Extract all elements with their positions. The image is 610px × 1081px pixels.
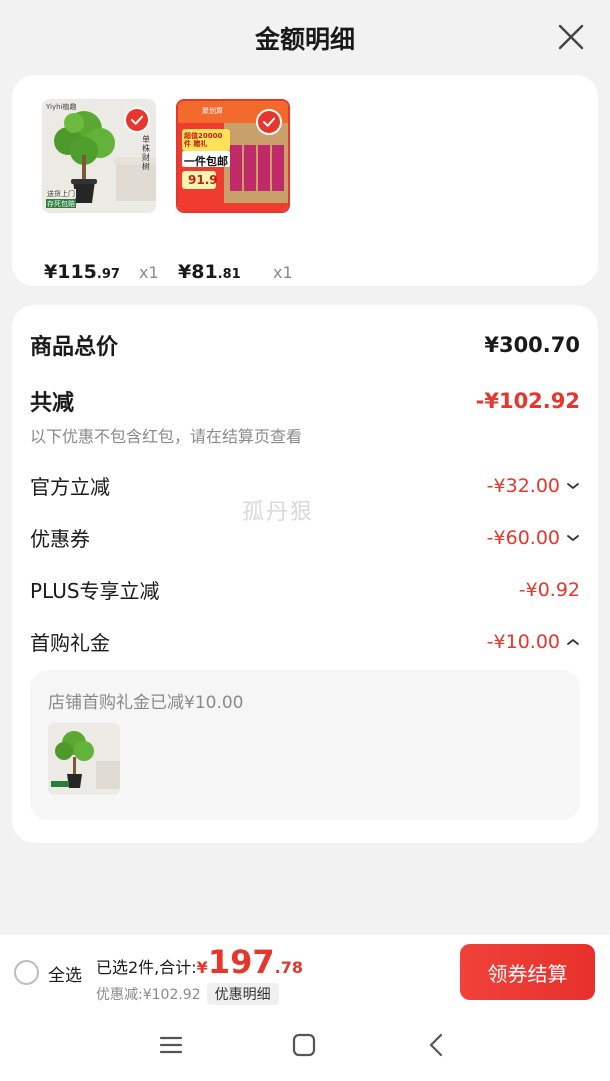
order-summary: 已选2件,合计: ¥197.78 优惠减:¥102.92 优惠明细	[96, 943, 303, 1005]
total-price-label: 商品总价	[30, 335, 119, 360]
product-badge-price: 91.9	[188, 173, 218, 187]
product-price: ¥115.97	[44, 261, 120, 283]
coupon-label: 优惠券	[30, 527, 90, 551]
price-dec: .97	[96, 267, 120, 282]
checkmark-icon[interactable]	[124, 107, 150, 133]
discount-summary: 优惠减:¥102.92	[96, 987, 201, 1003]
product-badge-promo1: 送货上门	[47, 190, 75, 198]
total-amount: ¥197.78	[197, 943, 303, 981]
product-thumb	[48, 723, 120, 795]
product-price: ¥81.81	[178, 261, 241, 283]
coupon-value: -¥60.00	[486, 526, 560, 549]
plus-discount-row: PLUS专享立减 -¥0.92	[30, 575, 580, 604]
price-int: ¥81	[178, 261, 218, 283]
product-badge-brand: Yiyhi植趣	[46, 103, 77, 111]
checkmark-icon[interactable]	[256, 109, 282, 135]
chevron-down-icon[interactable]	[566, 481, 580, 491]
select-all-label[interactable]: 全选	[48, 961, 82, 986]
product-badge-side: 单株财树	[142, 135, 150, 171]
chevron-up-icon[interactable]	[566, 637, 580, 647]
checkout-button[interactable]: 领券结算	[460, 944, 595, 1000]
total-currency: ¥	[196, 958, 208, 977]
chevron-down-icon[interactable]	[566, 533, 580, 543]
price-int: ¥115	[44, 261, 97, 283]
selected-count: 已选2件,合计:	[96, 958, 197, 977]
home-icon[interactable]	[289, 1030, 319, 1060]
product-badge-promo2: 存死包赔	[47, 200, 75, 208]
header: 金额明细	[0, 0, 610, 76]
product-image[interactable]: Yiyhi植趣 单株财树 送货上门 存死包赔	[42, 99, 156, 213]
product-qty: x1	[273, 263, 293, 282]
first-purchase-detail: 店铺首购礼金已减¥10.00	[30, 670, 580, 820]
close-icon[interactable]	[556, 22, 586, 52]
first-purchase-value: -¥10.00	[486, 630, 560, 653]
coupon-row[interactable]: 优惠券 -¥60.00	[30, 523, 580, 552]
watermark: 孤丹狠	[242, 500, 315, 525]
official-discount-value: -¥32.00	[486, 474, 560, 497]
plus-discount-value: -¥0.92	[518, 578, 580, 601]
product-badge-top: 聚划算	[202, 107, 223, 115]
products-card: Yiyhi植趣 单株财树 送货上门 存死包赔 ¥115.97 x1 聚划算 超值…	[12, 75, 598, 286]
back-icon[interactable]	[422, 1030, 452, 1060]
discount-detail-button[interactable]: 优惠明细	[206, 983, 279, 1005]
page-title: 金额明细	[254, 25, 355, 54]
first-purchase-label: 首购礼金	[30, 631, 110, 655]
product-badge-banner: 超值20000件 赠礼	[184, 132, 223, 148]
first-purchase-detail-text: 店铺首购礼金已减¥10.00	[48, 693, 244, 713]
product-badge-promo: 一件包邮	[184, 155, 228, 168]
product-qty: x1	[139, 263, 159, 282]
plus-discount-label: PLUS专享立减	[30, 579, 160, 603]
first-purchase-row[interactable]: 首购礼金 -¥10.00	[30, 627, 580, 656]
price-dec: .81	[217, 267, 241, 282]
checkout-bar: 全选 已选2件,合计: ¥197.78 优惠减:¥102.92 优惠明细 领券结…	[0, 935, 610, 1010]
discount-note: 以下优惠不包含红包，请在结算页查看	[30, 427, 303, 446]
system-nav-bar	[0, 1010, 610, 1081]
select-all-radio[interactable]	[14, 960, 39, 985]
discount-value: -¥102.92	[475, 389, 580, 413]
total-int: 197	[207, 943, 275, 981]
total-price-row: 商品总价 ¥300.70	[30, 329, 580, 361]
total-price-value: ¥300.70	[484, 333, 580, 357]
menu-icon[interactable]	[156, 1030, 186, 1060]
total-dec: .78	[274, 958, 303, 977]
product-image[interactable]: 聚划算 超值20000件 赠礼 一件包邮 91.9	[176, 99, 290, 213]
price-detail-card: 商品总价 ¥300.70 共减 -¥102.92 以下优惠不包含红包，请在结算页…	[12, 305, 598, 843]
discount-row: 共减 -¥102.92	[30, 385, 580, 417]
official-discount-label: 官方立减	[30, 475, 110, 499]
discount-label: 共减	[30, 391, 75, 416]
